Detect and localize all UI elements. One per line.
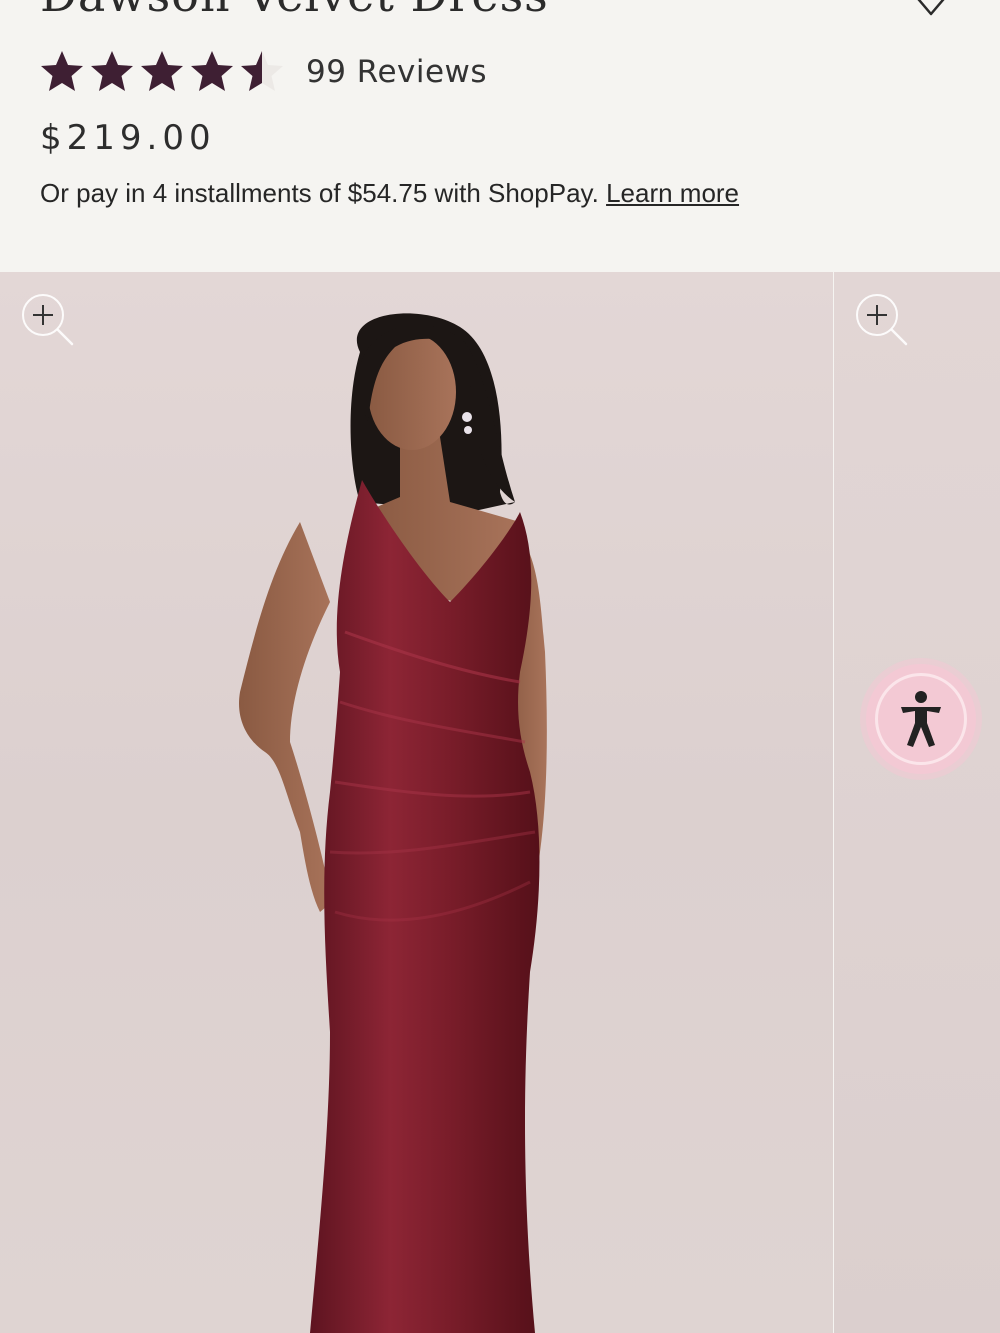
star-icon: [141, 51, 183, 91]
gallery-slide[interactable]: [0, 272, 833, 1333]
product-photo: [239, 313, 547, 1333]
accessibility-button-ring: [875, 673, 967, 765]
star-icon: [41, 51, 83, 91]
reviews-link[interactable]: 99 Reviews: [306, 54, 487, 90]
zoom-in-icon[interactable]: [854, 292, 910, 348]
star-rating[interactable]: [38, 48, 286, 96]
accessibility-button[interactable]: [866, 664, 976, 774]
product-title: Dawson Velvet Dress: [40, 0, 549, 22]
zoom-in-icon[interactable]: [20, 292, 76, 348]
star-icon: [191, 51, 233, 91]
price: $219.00: [40, 118, 216, 158]
accessibility-person-icon: [901, 691, 941, 747]
installments-text: Or pay in 4 installments of $54.75 with …: [40, 178, 599, 208]
star-icon: [91, 51, 133, 91]
learn-more-link[interactable]: Learn more: [606, 178, 739, 208]
star-icon: [241, 51, 283, 91]
installments-message: Or pay in 4 installments of $54.75 with …: [40, 178, 739, 209]
product-image-gallery[interactable]: [0, 272, 1000, 1333]
rating-row: 99 Reviews: [38, 46, 487, 98]
gallery-slide[interactable]: [834, 272, 1000, 1333]
wishlist-heart-icon[interactable]: [906, 0, 956, 18]
product-page: Dawson Velvet Dress 99 Reviews $219.00 O…: [0, 0, 1000, 1333]
